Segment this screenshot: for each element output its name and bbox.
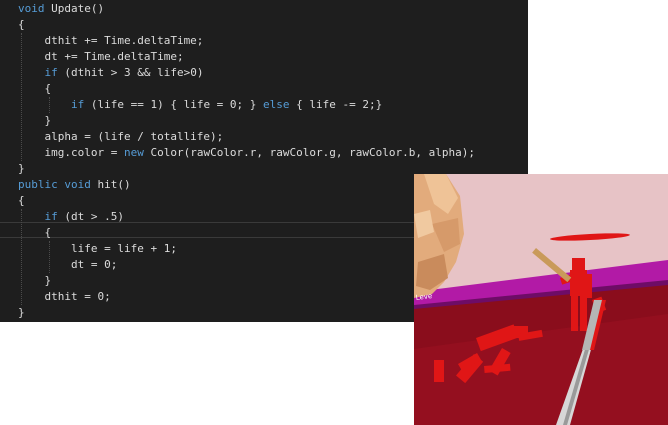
- code-line: {: [0, 17, 528, 33]
- keyword-token: if: [18, 98, 85, 111]
- code-token: {: [18, 194, 25, 207]
- code-token: (dthit > 3 && life>0): [57, 66, 204, 79]
- code-line: img.color = new Color(rawColor.r, rawCol…: [0, 145, 528, 161]
- code-line: }: [0, 113, 528, 129]
- code-token: dthit += Time.deltaTime;: [18, 34, 204, 47]
- code-line: if (life == 1) { life = 0; } else { life…: [0, 97, 528, 113]
- code-line: {: [0, 81, 528, 97]
- code-line: void Update(): [0, 1, 528, 17]
- code-token: hit(): [90, 178, 131, 191]
- game-view-screenshot: Leve: [414, 174, 668, 425]
- code-line: alpha = (life / totallife);: [0, 129, 528, 145]
- keyword-token: void: [64, 178, 91, 191]
- code-token: }: [18, 306, 25, 319]
- game-scene: Leve: [414, 174, 668, 425]
- code-token: {: [18, 82, 52, 95]
- keyword-token: if: [18, 66, 58, 79]
- code-token: img.color =: [18, 146, 124, 159]
- code-token: (dt > .5): [57, 210, 124, 223]
- code-token: dthit = 0;: [18, 290, 111, 303]
- code-token: (life == 1) { life = 0; }: [84, 98, 264, 111]
- code-line: if (dthit > 3 && life>0): [0, 65, 528, 81]
- keyword-token: else: [263, 98, 290, 111]
- code-token: }: [18, 114, 52, 127]
- code-token: dt += Time.deltaTime;: [18, 50, 184, 63]
- keyword-token: public: [18, 178, 58, 191]
- code-line: dthit += Time.deltaTime;: [0, 33, 528, 49]
- code-token: {: [18, 18, 25, 31]
- code-token: }: [18, 162, 25, 175]
- code-token: Update(): [44, 2, 105, 15]
- code-token: alpha = (life / totallife);: [18, 130, 224, 143]
- code-token: { life -= 2;}: [289, 98, 383, 111]
- code-token: dt = 0;: [18, 258, 118, 271]
- code-token: {: [18, 226, 52, 239]
- keyword-token: void: [18, 2, 45, 15]
- keyword-token: if: [18, 210, 58, 223]
- code-token: Color(rawColor.r, rawColor.g, rawColor.b…: [143, 146, 475, 159]
- code-token: }: [18, 274, 52, 287]
- code-line: dt += Time.deltaTime;: [0, 49, 528, 65]
- code-token: life = life + 1;: [18, 242, 177, 255]
- keyword-token: new: [123, 146, 144, 159]
